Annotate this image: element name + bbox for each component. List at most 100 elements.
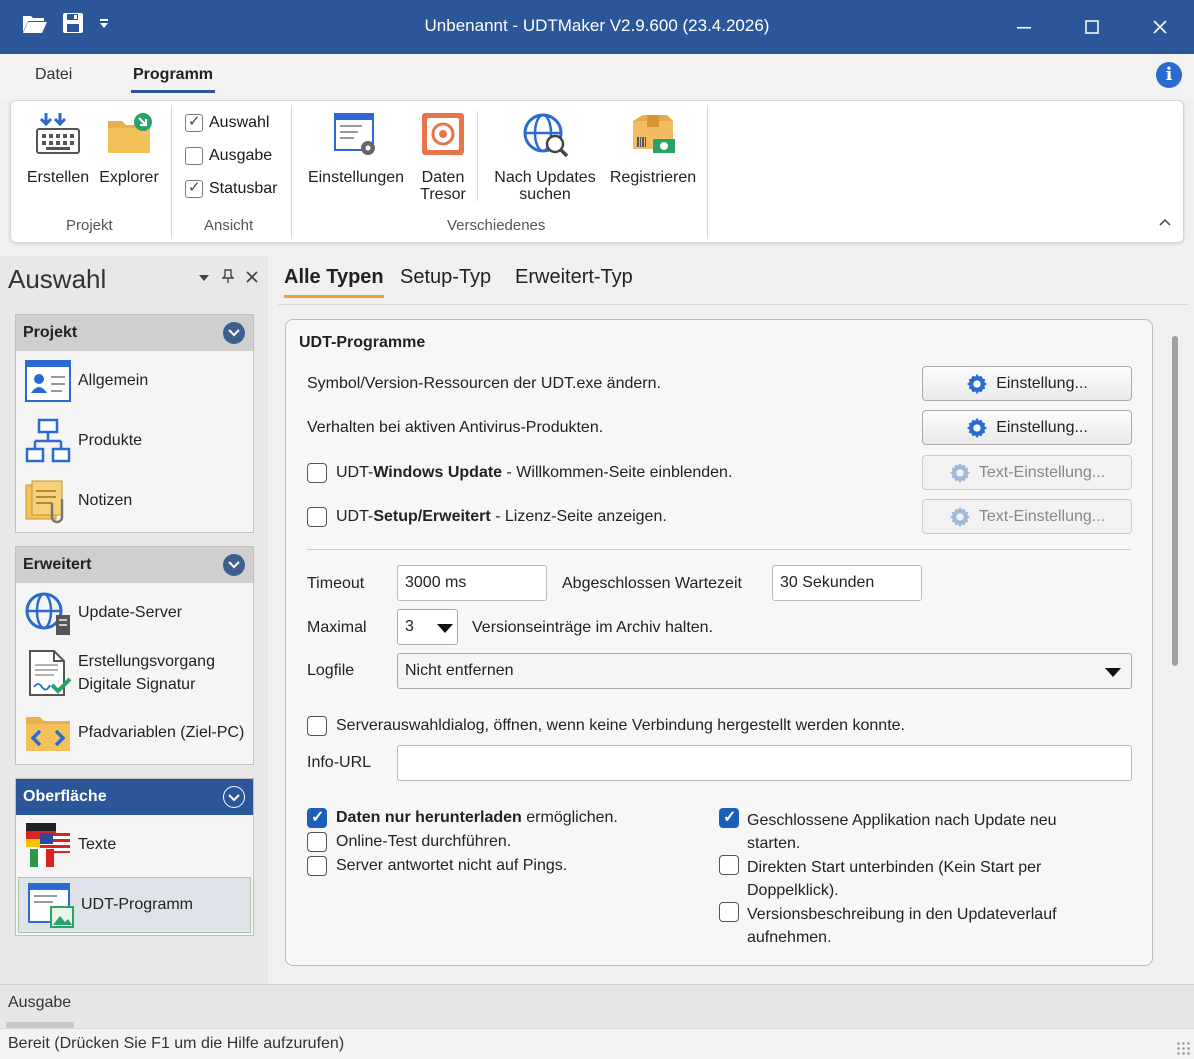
- updates-label-2: suchen: [519, 186, 571, 203]
- daten-nur-herunterladen-checkbox[interactable]: [307, 807, 327, 828]
- nav-label: Produkte: [78, 432, 143, 449]
- vertical-scrollbar[interactable]: [1172, 336, 1178, 666]
- serverdialog-checkbox[interactable]: [307, 716, 327, 736]
- nach-updates-suchen-button[interactable]: Nach Updates suchen: [489, 111, 601, 203]
- daten-tresor-label-1: Daten: [421, 169, 465, 186]
- maximal-select[interactable]: 3: [397, 609, 458, 645]
- erstellen-button[interactable]: Erstellen: [25, 111, 91, 186]
- group-separator: [291, 105, 292, 239]
- group-label-verschiedenes: Verschiedenes: [447, 217, 546, 234]
- nav-item-erstellungsvorgang[interactable]: Erstellungsvorgang Digitale Signatur: [16, 643, 253, 703]
- explorer-button[interactable]: Explorer: [97, 111, 161, 186]
- maximal-suffix: Versionseinträge im Archiv halten.: [472, 619, 714, 636]
- nav-item-texte[interactable]: Texte: [16, 815, 253, 875]
- einstellungen-label: Einstellungen: [307, 169, 405, 186]
- ausgabe-checkbox[interactable]: Ausgabe: [185, 147, 272, 165]
- section-oberflaeche: Oberfläche Texte UDT-Programm: [15, 778, 254, 936]
- online-test-checkbox[interactable]: [307, 832, 327, 852]
- nav-item-allgemein[interactable]: Allgemein: [16, 351, 253, 411]
- checkbox-box[interactable]: [185, 147, 203, 165]
- collapse-ribbon-icon[interactable]: [1159, 213, 1171, 229]
- section-label: Oberfläche: [23, 788, 107, 805]
- nav-item-notizen[interactable]: Notizen: [16, 471, 253, 531]
- nav-item-produkte[interactable]: Produkte: [16, 411, 253, 471]
- tab-datei[interactable]: Datei: [35, 66, 72, 84]
- tab-alle-typen[interactable]: Alle Typen: [284, 266, 384, 298]
- windows-update-checkbox[interactable]: [307, 463, 327, 483]
- einstellungen-button[interactable]: Einstellungen: [303, 111, 409, 186]
- group-separator: [707, 105, 708, 239]
- nav-item-update-server[interactable]: Update-Server: [16, 583, 253, 643]
- nav-label: Allgemein: [78, 372, 149, 389]
- nav-item-pfadvariablen[interactable]: Pfadvariablen (Ziel-PC): [16, 703, 253, 763]
- pings-label: Server antwortet nicht auf Pings.: [336, 857, 568, 874]
- minimize-button[interactable]: [990, 0, 1058, 54]
- folder-arrow-icon: [108, 113, 152, 153]
- globe-server-icon: [25, 592, 70, 635]
- wartezeit-input[interactable]: 30 Sekunden: [772, 565, 922, 601]
- close-button[interactable]: [1126, 0, 1194, 54]
- chevron-down-icon[interactable]: [223, 322, 245, 344]
- section-header-projekt[interactable]: Projekt: [16, 315, 253, 351]
- auswahl-checkbox[interactable]: Auswahl: [185, 112, 269, 132]
- neu-starten-checkbox[interactable]: [719, 807, 739, 828]
- nav-label: Pfadvariablen (Ziel-PC): [78, 724, 245, 741]
- info-icon[interactable]: i: [1156, 62, 1182, 88]
- output-label[interactable]: Ausgabe: [8, 994, 71, 1012]
- versionsbeschreibung-checkbox[interactable]: [719, 902, 739, 922]
- select-value: 3: [405, 618, 414, 635]
- panel-dropdown-icon[interactable]: [198, 268, 210, 288]
- status-bar: Bereit (Drücken Sie F1 um die Hilfe aufz…: [0, 1028, 1194, 1059]
- timeout-label: Timeout: [307, 575, 365, 592]
- close-panel-icon[interactable]: [246, 268, 258, 288]
- direkten-start-label: Direkten Start unterbinden (Kein Start p…: [747, 859, 1042, 899]
- explorer-label: Explorer: [99, 169, 159, 186]
- nav-item-udt-programm[interactable]: UDT-Programm: [18, 877, 251, 933]
- timeout-input[interactable]: 3000 ms: [397, 565, 547, 601]
- maximize-button[interactable]: [1058, 0, 1126, 54]
- button-label: Einstellung...: [996, 418, 1088, 436]
- registrieren-label: Registrieren: [609, 169, 697, 186]
- ausgabe-label: Ausgabe: [209, 147, 273, 164]
- resize-grip-icon[interactable]: [1176, 1041, 1190, 1055]
- safe-icon: [422, 113, 464, 155]
- tab-setup-typ[interactable]: Setup-Typ: [400, 266, 491, 289]
- select-value: Nicht entfernen: [405, 662, 514, 679]
- section-header-erweitert[interactable]: Erweitert: [16, 547, 253, 583]
- button-label: Einstellung...: [996, 374, 1088, 392]
- chevron-down-icon[interactable]: [223, 554, 245, 576]
- checkbox-box[interactable]: [185, 112, 203, 132]
- nav-label: Erstellungsvorgang: [78, 653, 215, 670]
- antivirus-einstellung-button[interactable]: Einstellung...: [922, 410, 1132, 445]
- gear-icon: [967, 373, 988, 394]
- pings-checkbox[interactable]: [307, 856, 327, 876]
- gear-icon: [949, 506, 970, 527]
- neu-starten-label: Geschlossene Applikation nach Update neu…: [747, 812, 1057, 852]
- udt-programme-card: UDT-Programme Symbol/Version-Ressourcen …: [285, 319, 1153, 966]
- chevron-down-icon[interactable]: [223, 786, 245, 808]
- pin-icon[interactable]: [221, 268, 235, 288]
- nav-label: Digitale Signatur: [78, 676, 196, 693]
- daten-tresor-button[interactable]: Daten Tresor: [415, 111, 471, 203]
- checkbox-box[interactable]: [185, 178, 203, 198]
- flags-icon: [26, 823, 70, 867]
- direkten-start-checkbox[interactable]: [719, 855, 739, 875]
- info-url-input[interactable]: [397, 745, 1132, 781]
- updates-label-1: Nach Updates: [494, 169, 596, 186]
- wartezeit-label: Abgeschlossen Wartezeit: [562, 575, 742, 592]
- statusbar-checkbox[interactable]: Statusbar: [185, 178, 277, 198]
- section-header-oberflaeche[interactable]: Oberfläche: [16, 779, 253, 815]
- signed-document-icon: [29, 650, 72, 696]
- tab-erweitert-typ[interactable]: Erweitert-Typ: [515, 266, 633, 289]
- logfile-select[interactable]: Nicht entfernen: [397, 653, 1132, 689]
- windows-update-text-einstellung-button[interactable]: Text-Einstellung...: [922, 455, 1132, 490]
- gear-icon: [967, 417, 988, 438]
- windows-update-text: UDT-Windows Update - Willkommen-Seite ei…: [336, 464, 733, 481]
- ribbon-panel: Erstellen Explorer Projekt Auswahl Ausga…: [10, 100, 1184, 243]
- registrieren-button[interactable]: Registrieren: [605, 111, 701, 186]
- symbol-einstellung-button[interactable]: Einstellung...: [922, 366, 1132, 401]
- lizenz-text-einstellung-button[interactable]: Text-Einstellung...: [922, 499, 1132, 534]
- register-box-icon: [633, 115, 675, 153]
- setup-erweitert-checkbox[interactable]: [307, 507, 327, 527]
- tab-programm[interactable]: Programm: [130, 66, 216, 93]
